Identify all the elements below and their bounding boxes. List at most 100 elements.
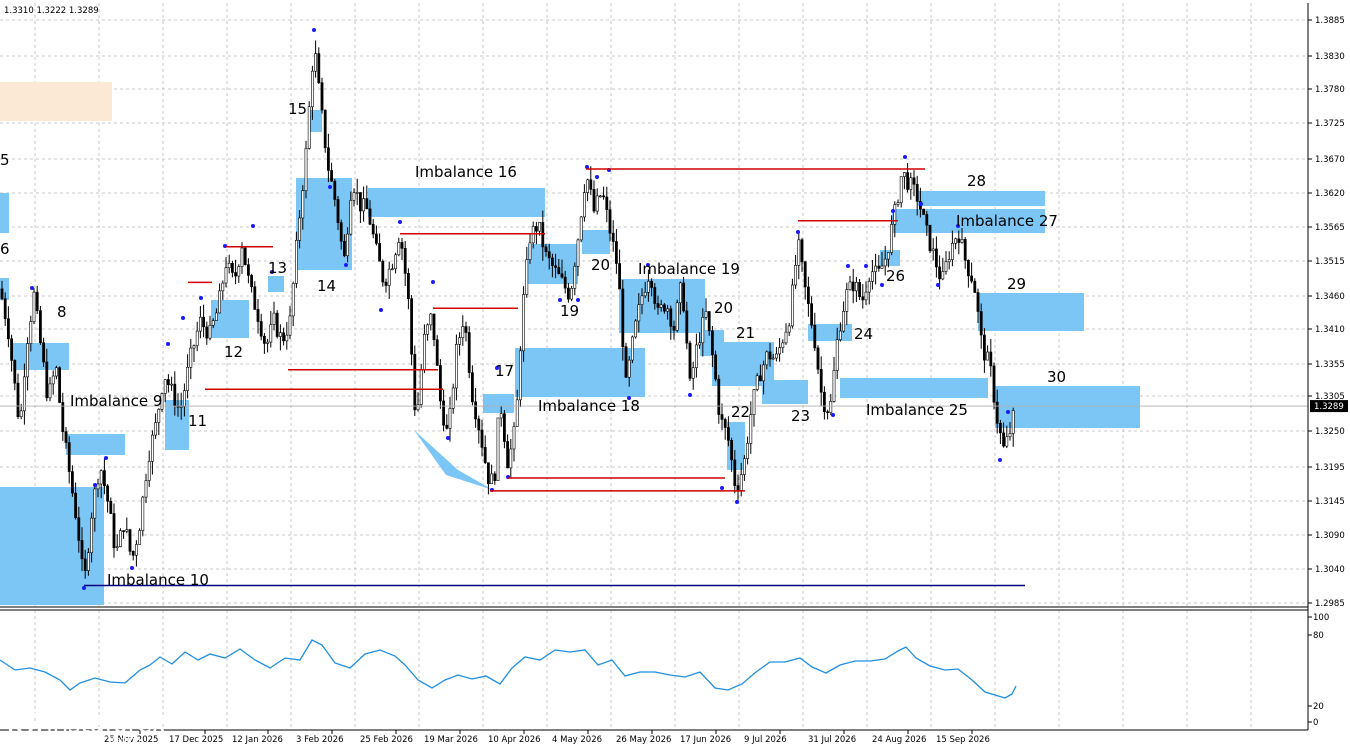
price-tick-label: 1.3620 <box>1315 189 1345 199</box>
candle-body <box>710 330 714 356</box>
candle-body <box>758 375 762 382</box>
candle-body <box>909 177 913 190</box>
candle-body <box>650 280 654 288</box>
candle-body <box>659 304 663 308</box>
candle-body <box>506 441 510 469</box>
candle-body <box>797 239 801 266</box>
candle-body <box>509 448 513 469</box>
candle-body <box>778 347 782 355</box>
price-tick-label: 1.3090 <box>1315 531 1345 541</box>
candle-body <box>784 331 788 344</box>
candle-body <box>662 304 666 312</box>
fractal-dot <box>199 296 203 300</box>
candle-body <box>547 251 551 259</box>
candle-body <box>755 375 759 390</box>
candle-body <box>339 222 343 242</box>
candle-body <box>90 517 94 553</box>
candle-body <box>579 216 583 241</box>
candle-body <box>752 389 756 416</box>
candle-body <box>538 222 542 232</box>
candle-body <box>115 546 119 549</box>
zone-label: 21 <box>736 324 755 342</box>
candle-body <box>982 334 986 361</box>
candle-body <box>67 442 71 472</box>
candle-body <box>285 334 289 342</box>
price-tick-label: 1.3670 <box>1315 155 1345 165</box>
candle-body <box>42 342 46 363</box>
candle-body <box>378 243 382 262</box>
candle-body <box>119 530 122 547</box>
candle-body <box>678 282 682 304</box>
candle-body <box>960 239 964 243</box>
candle-body <box>653 287 657 304</box>
candle-body <box>109 500 113 514</box>
candle-body <box>29 321 33 344</box>
candle-body <box>787 325 791 333</box>
zone-label: 6 <box>0 240 10 258</box>
candle-body <box>224 267 228 284</box>
candle-body <box>586 179 590 193</box>
candle-body <box>998 423 1002 434</box>
candle-body <box>374 233 378 244</box>
date-tick-label: 12 Jan 2026 <box>232 735 283 745</box>
candle-body <box>576 239 580 267</box>
price-tick-label: 1.2985 <box>1315 599 1345 609</box>
date-tick-label: 4 May 2026 <box>552 735 602 745</box>
candle-body <box>467 332 471 373</box>
candle-body <box>688 342 692 379</box>
candle-body <box>323 109 327 149</box>
candle-body <box>550 257 554 266</box>
candle-body <box>794 265 798 286</box>
candle-body <box>435 339 439 366</box>
candle-body <box>656 303 660 308</box>
candle-body <box>816 347 820 370</box>
candle-body <box>106 485 110 502</box>
candle-body <box>480 429 484 448</box>
header-quote: 1.3310 1.3222 1.3289 <box>4 6 99 16</box>
fractal-dot <box>379 308 383 312</box>
candle-body <box>464 326 468 333</box>
candle-body <box>947 259 951 263</box>
candle-body <box>16 382 20 418</box>
candle-body <box>544 246 548 253</box>
candle-body <box>247 264 250 276</box>
candle-body <box>762 364 766 382</box>
candle-body <box>179 406 183 408</box>
price-tick-label: 1.3515 <box>1315 257 1345 267</box>
candle-body <box>298 217 302 241</box>
candle-body <box>419 369 423 405</box>
candle-body <box>630 336 634 361</box>
candle-body <box>829 401 833 413</box>
candle-body <box>112 513 116 549</box>
candle-body <box>125 529 129 532</box>
candle-body <box>416 404 420 411</box>
candle-body <box>141 496 145 531</box>
candle-body <box>333 180 337 200</box>
candle-body <box>733 459 737 486</box>
candle-body <box>413 353 417 411</box>
price-tick-label: 1.3145 <box>1315 497 1345 507</box>
candle-body <box>701 316 705 344</box>
candle-body <box>803 261 807 288</box>
candle-body <box>957 238 961 243</box>
candle-body <box>310 70 314 108</box>
candle-body <box>954 238 958 244</box>
zone-label: 22 <box>731 403 750 421</box>
fractal-dot <box>688 393 692 397</box>
candle-body <box>320 82 324 111</box>
candle-body <box>582 192 586 218</box>
candle-body <box>819 368 823 393</box>
candle-body <box>973 280 977 293</box>
candle-body <box>842 311 846 332</box>
candle-body <box>195 330 199 346</box>
candle-body <box>675 302 679 331</box>
candle-body <box>566 287 570 300</box>
candle-body <box>835 339 839 371</box>
candle-body <box>221 282 225 292</box>
candle-body <box>979 311 983 336</box>
candle-body <box>397 242 401 256</box>
candle-body <box>422 333 426 371</box>
fractal-dot <box>431 280 435 284</box>
candle-body <box>592 189 596 212</box>
candle-body <box>131 550 135 556</box>
